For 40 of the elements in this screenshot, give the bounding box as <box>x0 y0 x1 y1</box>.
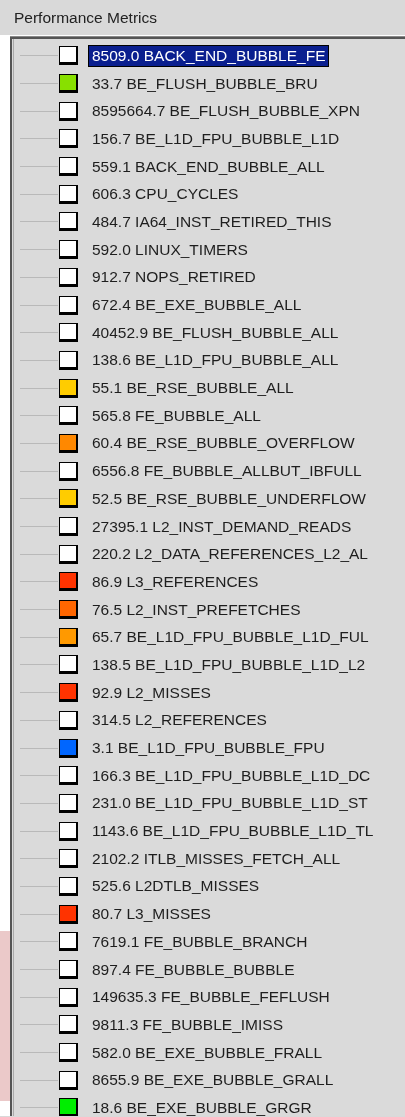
metric-item[interactable]: 33.7 BE_FLUSH_BUBBLE_BRU <box>89 73 321 94</box>
metric-item[interactable]: 138.5 BE_L1D_FPU_BUBBLE_L1D_L2 <box>89 654 369 675</box>
metric-item[interactable]: 80.7 L3_MISSES <box>89 904 214 925</box>
metric-item[interactable]: 314.5 L2_REFERENCES <box>89 710 270 731</box>
panel-title: Performance Metrics <box>14 8 157 27</box>
metric-item[interactable]: 672.4 BE_EXE_BUBBLE_ALL <box>89 295 305 316</box>
metric-item[interactable]: 559.1 BACK_END_BUBBLE_ALL <box>89 156 328 177</box>
metric-item[interactable]: 9811.3 FE_BUBBLE_IMISS <box>89 1014 286 1035</box>
metric-item[interactable]: 565.8 FE_BUBBLE_ALL <box>89 405 264 426</box>
metric-item[interactable]: 65.7 BE_L1D_FPU_BUBBLE_L1D_FUL <box>89 627 372 648</box>
metric-item[interactable]: 592.0 LINUX_TIMERS <box>89 239 251 260</box>
metric-item[interactable]: 86.9 L3_REFERENCES <box>89 571 262 592</box>
metric-item[interactable]: 156.7 BE_L1D_FPU_BUBBLE_L1D <box>89 128 343 149</box>
metric-item[interactable]: 8595664.7 BE_FLUSH_BUBBLE_XPN <box>89 101 363 122</box>
metric-item[interactable]: 220.2 L2_DATA_REFERENCES_L2_AL <box>89 544 371 565</box>
metric-item[interactable]: 138.6 BE_L1D_FPU_BUBBLE_ALL <box>89 350 342 371</box>
metric-item[interactable]: 166.3 BE_L1D_FPU_BUBBLE_L1D_DC <box>89 765 374 786</box>
metric-item[interactable]: 484.7 IA64_INST_RETIRED_THIS <box>89 211 335 232</box>
metric-item[interactable]: 582.0 BE_EXE_BUBBLE_FRALL <box>89 1042 326 1063</box>
metric-item[interactable]: 912.7 NOPS_RETIRED <box>89 267 259 288</box>
metric-item[interactable]: 3.1 BE_L1D_FPU_BUBBLE_FPU <box>89 738 328 759</box>
metric-item[interactable]: 897.4 FE_BUBBLE_BUBBLE <box>89 959 298 980</box>
metric-item[interactable]: 52.5 BE_RSE_BUBBLE_UNDERFLOW <box>89 488 369 509</box>
metric-item[interactable]: 525.6 L2DTLB_MISSES <box>89 876 263 897</box>
metric-item[interactable]: 18.6 BE_EXE_BUBBLE_GRGR <box>89 1097 315 1116</box>
metric-item[interactable]: 6556.8 FE_BUBBLE_ALLBUT_IBFULL <box>89 461 365 482</box>
metric-item[interactable]: 8655.9 BE_EXE_BUBBLE_GRALL <box>89 1070 337 1091</box>
metric-item[interactable]: 27395.1 L2_INST_DEMAND_READS <box>89 516 355 537</box>
metric-item[interactable]: 76.5 L2_INST_PREFETCHES <box>89 599 304 620</box>
metric-item[interactable]: 92.9 L2_MISSES <box>89 682 214 703</box>
metric-item[interactable]: 1143.6 BE_L1D_FPU_BUBBLE_L1D_TL <box>89 821 377 842</box>
metric-item[interactable]: 60.4 BE_RSE_BUBBLE_OVERFLOW <box>89 433 358 454</box>
metric-item[interactable]: 55.1 BE_RSE_BUBBLE_ALL <box>89 378 297 399</box>
metric-item[interactable]: 606.3 CPU_CYCLES <box>89 184 242 205</box>
metric-item[interactable]: 149635.3 FE_BUBBLE_FEFLUSH <box>89 987 333 1008</box>
metric-item[interactable]: 7619.1 FE_BUBBLE_BRANCH <box>89 931 311 952</box>
metric-item[interactable]: 231.0 BE_L1D_FPU_BUBBLE_L1D_ST <box>89 793 371 814</box>
metric-item[interactable]: 8509.0 BACK_END_BUBBLE_FE <box>89 45 329 66</box>
metric-item[interactable]: 40452.9 BE_FLUSH_BUBBLE_ALL <box>89 322 342 343</box>
metric-item[interactable]: 2102.2 ITLB_MISSES_FETCH_ALL <box>89 848 344 869</box>
